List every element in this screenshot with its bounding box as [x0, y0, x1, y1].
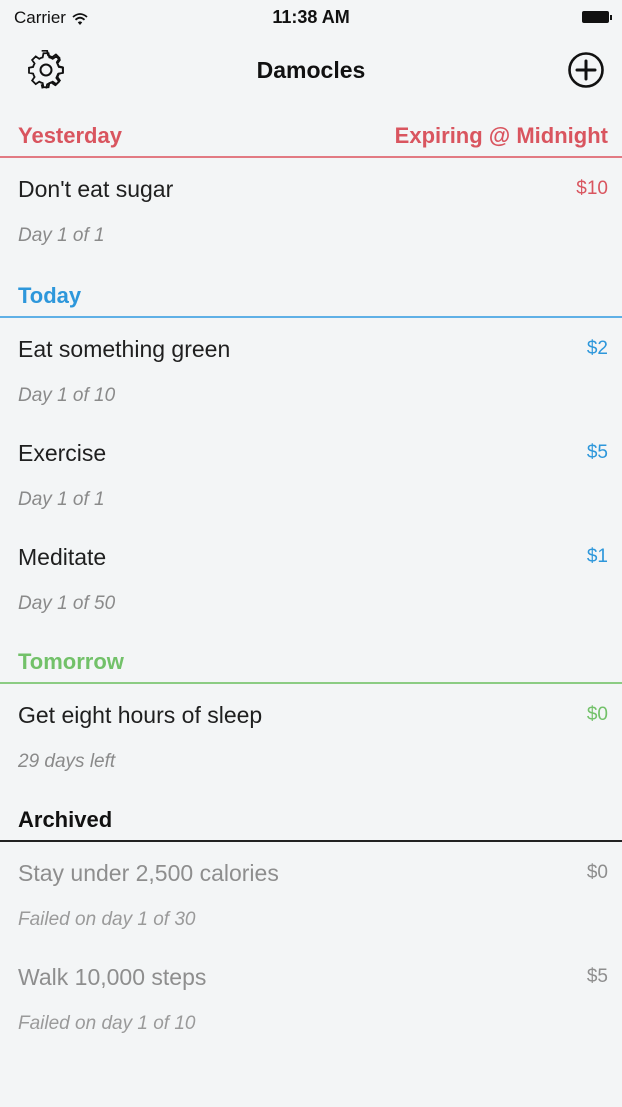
item-title: Meditate: [18, 544, 107, 570]
section-note: Expiring @ Midnight: [394, 123, 608, 148]
section-title: Today: [18, 283, 82, 308]
list-item[interactable]: Get eight hours of sleep $0 29 days left: [0, 684, 622, 788]
status-bar: Carrier 11:38 AM: [0, 0, 622, 36]
section-title: Archived: [18, 807, 113, 832]
item-title: Don't eat sugar: [18, 176, 174, 202]
list-item[interactable]: Eat something green $2 Day 1 of 10: [0, 318, 622, 422]
list-item[interactable]: Exercise $5 Day 1 of 1: [0, 422, 622, 526]
list-item[interactable]: Walk 10,000 steps $5 Failed on day 1 of …: [0, 946, 622, 1050]
item-subtitle: Failed on day 1 of 10: [18, 1013, 196, 1034]
add-goal-button[interactable]: [560, 47, 612, 97]
section-header-tomorrow: Tomorrow: [0, 638, 622, 684]
item-subtitle: Failed on day 1 of 30: [18, 909, 196, 930]
item-title: Eat something green: [18, 336, 231, 362]
item-amount: $10: [576, 178, 608, 199]
app-screen: Carrier 11:38 AM Damocles Yesterday Expi…: [0, 0, 622, 1107]
item-amount: $2: [586, 338, 608, 359]
section-header-yesterday: Yesterday Expiring @ Midnight: [0, 112, 622, 158]
item-subtitle: 29 days left: [18, 751, 116, 772]
nav-title: Damocles: [256, 57, 366, 83]
section-title: Tomorrow: [18, 649, 124, 674]
section-header-archived: Archived: [0, 796, 622, 842]
list-item[interactable]: Meditate $1 Day 1 of 50: [0, 526, 622, 630]
item-amount: $0: [586, 862, 608, 883]
item-amount: $5: [586, 442, 608, 463]
nav-bar: Damocles: [0, 36, 622, 110]
item-subtitle: Day 1 of 1: [18, 225, 105, 246]
battery-icon: [582, 11, 612, 23]
item-subtitle: Day 1 of 50: [18, 593, 116, 614]
item-title: Exercise: [18, 440, 107, 466]
section-title: Yesterday: [18, 123, 122, 148]
plus-circle-icon: [567, 51, 605, 94]
item-title: Get eight hours of sleep: [18, 702, 263, 728]
section-header-today: Today: [0, 272, 622, 318]
item-amount: $1: [586, 546, 608, 567]
item-title: Stay under 2,500 calories: [18, 860, 279, 886]
item-title: Walk 10,000 steps: [18, 964, 207, 990]
item-amount: $5: [586, 966, 608, 987]
item-subtitle: Day 1 of 10: [18, 385, 116, 406]
item-subtitle: Day 1 of 1: [18, 489, 105, 510]
status-time: 11:38 AM: [272, 7, 350, 27]
item-amount: $0: [586, 704, 608, 725]
list-item[interactable]: Don't eat sugar $10 Day 1 of 1: [0, 158, 622, 262]
list-item[interactable]: Stay under 2,500 calories $0 Failed on d…: [0, 842, 622, 946]
